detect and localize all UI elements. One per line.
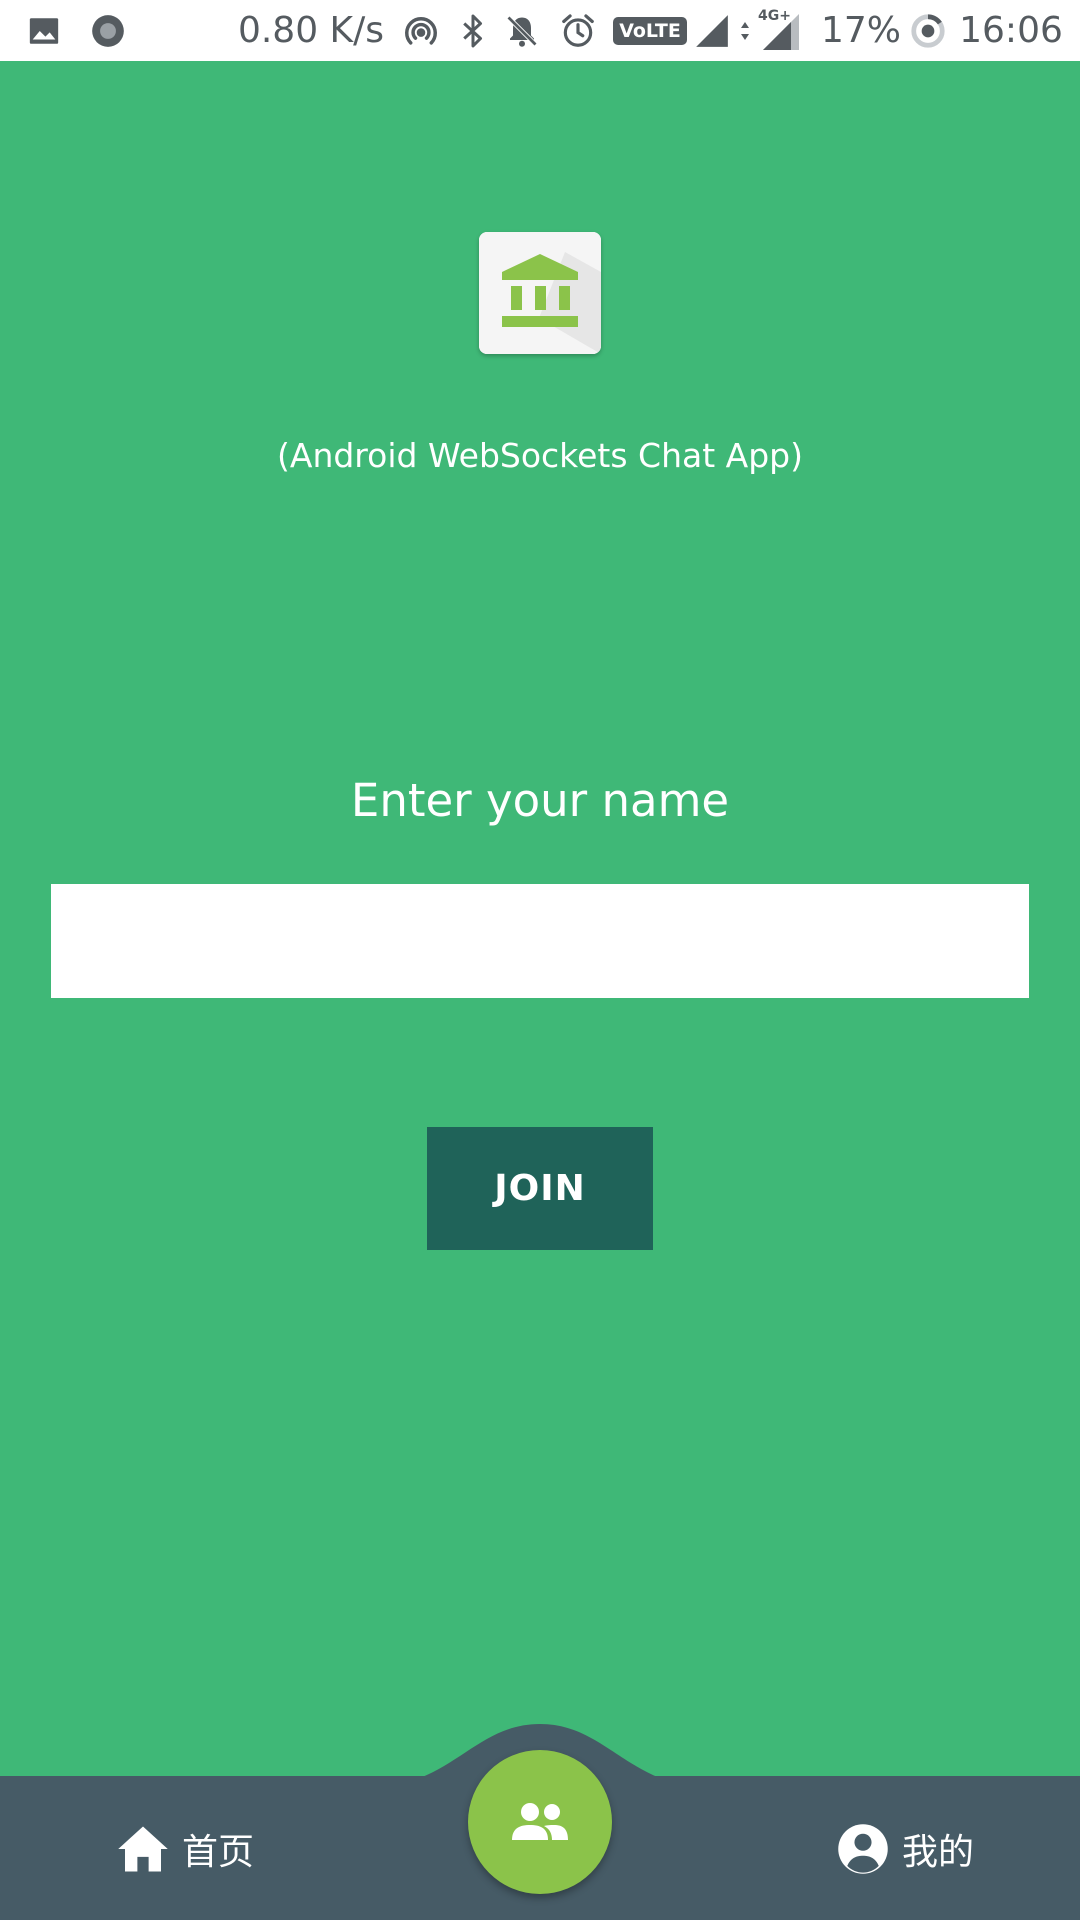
data-activity-icon	[738, 0, 752, 61]
nav-profile[interactable]: 我的	[836, 1820, 974, 1878]
signal-4g-icon: 4G+	[756, 0, 804, 61]
hotspot-icon	[401, 0, 441, 61]
join-button[interactable]: JOIN	[427, 1127, 653, 1250]
nav-profile-label: 我的	[902, 1832, 975, 1873]
mute-icon	[502, 0, 542, 61]
gallery-icon	[26, 0, 62, 61]
bluetooth-icon	[456, 0, 490, 61]
status-bar: 0.80 K/s VoLTE 4G+ 17% 16:06	[0, 0, 1080, 61]
app-logo	[479, 232, 601, 354]
nav-home-label: 首页	[182, 1832, 255, 1873]
group-icon	[512, 1803, 568, 1840]
app-subtitle: (Android WebSockets Chat App)	[277, 436, 803, 475]
record-icon	[88, 0, 128, 61]
signal-icon	[692, 0, 732, 61]
name-input[interactable]	[51, 884, 1029, 998]
home-icon	[118, 1826, 168, 1872]
bank-icon	[479, 232, 601, 354]
join-button-label: JOIN	[494, 1168, 586, 1209]
battery-percentage: 17%	[821, 10, 902, 51]
network-speed: 0.80 K/s	[237, 10, 385, 51]
nav-home[interactable]: 首页	[116, 1820, 254, 1878]
name-prompt: Enter your name	[350, 774, 730, 827]
alarm-icon	[558, 0, 598, 61]
clock: 16:06	[959, 10, 1063, 51]
volte-icon: VoLTE	[613, 0, 687, 61]
group-chat-button[interactable]	[468, 1750, 612, 1894]
account-circle-icon	[838, 1824, 888, 1874]
battery-icon	[908, 0, 948, 61]
